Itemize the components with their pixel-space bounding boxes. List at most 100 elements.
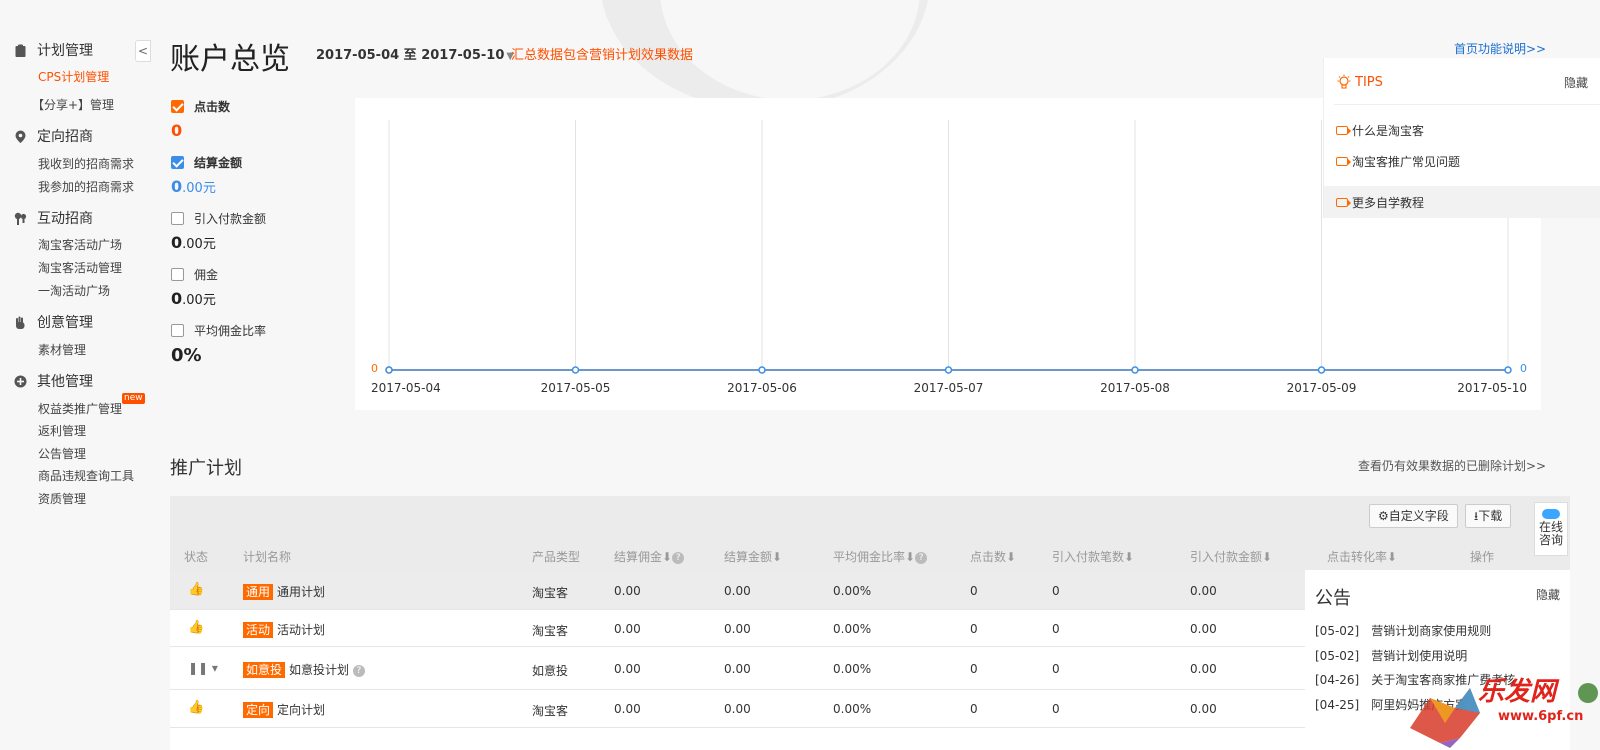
help-link[interactable]: 首页功能说明>>	[1454, 40, 1546, 57]
chart-x-tick-label: 2017-05-07	[914, 381, 984, 395]
plan-name[interactable]: 定向 定向计划	[243, 701, 325, 718]
location-pin-icon	[15, 130, 26, 143]
metric-checkbox[interactable]	[171, 324, 184, 337]
plan-name-label: 通用计划	[277, 585, 326, 599]
metric-clicks: 点击数 0	[171, 98, 230, 140]
col-header-conversion[interactable]: 点击转化率⬇	[1327, 548, 1397, 565]
sidebar-section-head[interactable]: 创意管理	[14, 312, 93, 332]
tip-item[interactable]: 更多自学教程	[1324, 186, 1600, 218]
help-icon[interactable]: ?	[915, 551, 928, 564]
online-consult-button[interactable]: 在线 咨询	[1534, 502, 1568, 556]
metric-checkbox[interactable]	[171, 100, 184, 113]
sidebar-item-violation-tool[interactable]: 商品违规查询工具	[38, 467, 134, 484]
cell-product-type: 淘宝客	[532, 586, 569, 600]
metric-settle-amount: 结算金额 0.00元	[171, 154, 242, 196]
sidebar-section-head[interactable]: 计划管理	[14, 40, 93, 60]
thumbs-up-icon[interactable]: 👍	[188, 620, 204, 635]
sidebar-collapse-button[interactable]: <	[135, 40, 151, 62]
interaction-icon	[14, 212, 27, 225]
metric-value: 0%	[171, 345, 202, 366]
sort-icon: ⬇	[1006, 550, 1017, 564]
sidebar-item-notice-manage[interactable]: 公告管理	[38, 445, 86, 462]
tip-item[interactable]: 什么是淘宝客	[1336, 122, 1424, 139]
video-icon	[1336, 197, 1351, 207]
plan-tag: 如意投	[243, 662, 286, 678]
announcement-title: 公告	[1315, 588, 1351, 609]
plan-name[interactable]: 活动 活动计划	[243, 621, 325, 638]
chart-point	[571, 366, 580, 374]
thumbs-up-icon[interactable]: 👍	[188, 700, 204, 715]
sidebar-section-head[interactable]: 定向招商	[14, 126, 93, 146]
metric-avg-ratio: 平均佣金比率 0%	[171, 322, 266, 366]
thumbs-up-icon[interactable]: 👍	[188, 582, 204, 597]
cell-settle-amount: 0.00	[724, 622, 751, 636]
cell-avg-ratio: 0.00%	[833, 622, 872, 636]
chart-point	[1317, 366, 1326, 374]
help-icon[interactable]: ?	[352, 664, 365, 677]
consult-label: 咨询	[1538, 533, 1563, 547]
sort-icon: ⬇	[1124, 550, 1135, 564]
pause-icon[interactable]: ❚❚ ▾	[188, 661, 218, 675]
metric-checkbox[interactable]	[171, 212, 184, 225]
metric-checkbox[interactable]	[171, 268, 184, 281]
col-header-settle-commission[interactable]: 结算佣金⬇?	[614, 548, 685, 565]
sidebar-item-received-requests[interactable]: 我收到的招商需求	[38, 155, 134, 172]
sidebar-section-title: 互动招商	[37, 211, 93, 227]
sidebar-item-activity-square[interactable]: 淘宝客活动广场	[38, 236, 122, 253]
clipboard-icon	[15, 44, 26, 57]
sidebar-item-joined-requests[interactable]: 我参加的招商需求	[38, 178, 134, 195]
sidebar-item-material[interactable]: 素材管理	[38, 341, 86, 358]
sidebar-item-rebate[interactable]: 返利管理	[38, 422, 86, 439]
tips-hide-button[interactable]: 隐藏	[1564, 74, 1588, 91]
date-range-picker[interactable]: 2017-05-04 至 2017-05-10 ▼	[316, 44, 514, 63]
sidebar-section-creative: 创意管理	[14, 312, 93, 332]
custom-fields-button[interactable]: ⚙自定义字段	[1369, 504, 1458, 528]
announcement-item[interactable]: [05-02] 营销计划商家使用规则	[1315, 622, 1491, 639]
cell-orders: 0	[1052, 622, 1060, 636]
plan-name-label: 定向计划	[277, 703, 326, 717]
sidebar-item-etao-square[interactable]: 一淘活动广场	[38, 282, 110, 299]
sidebar-item-share-plus[interactable]: 【分享+】管理	[32, 96, 114, 113]
cell-clicks: 0	[970, 584, 978, 598]
sort-icon: ⬇	[1387, 550, 1398, 564]
col-header-clicks[interactable]: 点击数⬇	[970, 548, 1016, 565]
plan-tag: 活动	[243, 622, 274, 638]
summary-note: 汇总数据包含营销计划效果数据	[511, 48, 694, 63]
tips-header: TIPS	[1336, 74, 1383, 90]
tip-item[interactable]: 淘宝客推广常见问题	[1336, 153, 1460, 170]
plan-name[interactable]: 如意投 如意投计划 ?	[243, 661, 365, 678]
page-title: 账户总览	[170, 42, 290, 77]
announcement-hide-button[interactable]: 隐藏	[1536, 586, 1560, 603]
metric-value: 0.00元	[171, 177, 216, 196]
sidebar-item-rights-promo[interactable]: 权益类推广管理 new	[38, 393, 145, 417]
sidebar-section-head[interactable]: 互动招商	[14, 208, 93, 228]
download-button[interactable]: ⭳下载	[1465, 504, 1512, 528]
divider	[1334, 104, 1600, 105]
sort-icon: ⬇	[1262, 550, 1273, 564]
plus-circle-icon	[14, 375, 27, 387]
cell-avg-ratio: 0.00%	[833, 702, 872, 716]
col-header-pay-amount[interactable]: 引入付款金额⬇	[1190, 548, 1272, 565]
watermark-url: www.6pf.cn	[1498, 709, 1583, 724]
sidebar-section-plan: 计划管理	[14, 40, 93, 60]
sidebar-item-cps-plan[interactable]: CPS计划管理	[38, 68, 109, 85]
sidebar-section-title: 创意管理	[37, 315, 93, 331]
plan-name[interactable]: 通用 通用计划	[243, 583, 325, 600]
announcement-date: [05-02]	[1315, 624, 1360, 638]
col-header-orders[interactable]: 引入付款笔数⬇	[1052, 548, 1134, 565]
metric-checkbox[interactable]	[171, 156, 184, 169]
sidebar-item-activity-manage[interactable]: 淘宝客活动管理	[38, 259, 122, 276]
deleted-plans-link[interactable]: 查看仍有效果数据的已删除计划>>	[1358, 457, 1546, 474]
help-icon[interactable]: ?	[672, 551, 685, 564]
sidebar-item-qualification[interactable]: 资质管理	[38, 490, 86, 507]
watermark-text: 乐发网	[1478, 677, 1560, 707]
announcement-text: 营销计划使用说明	[1371, 649, 1468, 663]
metric-label: 点击数	[194, 100, 231, 114]
sort-icon: ⬇	[662, 550, 673, 564]
button-label: 下载	[1478, 509, 1503, 523]
col-header-avg-ratio[interactable]: 平均佣金比率⬇?	[833, 548, 928, 565]
cell-product-type: 如意投	[532, 664, 569, 678]
announcement-item[interactable]: [05-02] 营销计划使用说明	[1315, 647, 1467, 664]
sidebar-section-head[interactable]: 其他管理	[14, 371, 93, 391]
col-header-settle-amount[interactable]: 结算金额⬇	[724, 548, 782, 565]
